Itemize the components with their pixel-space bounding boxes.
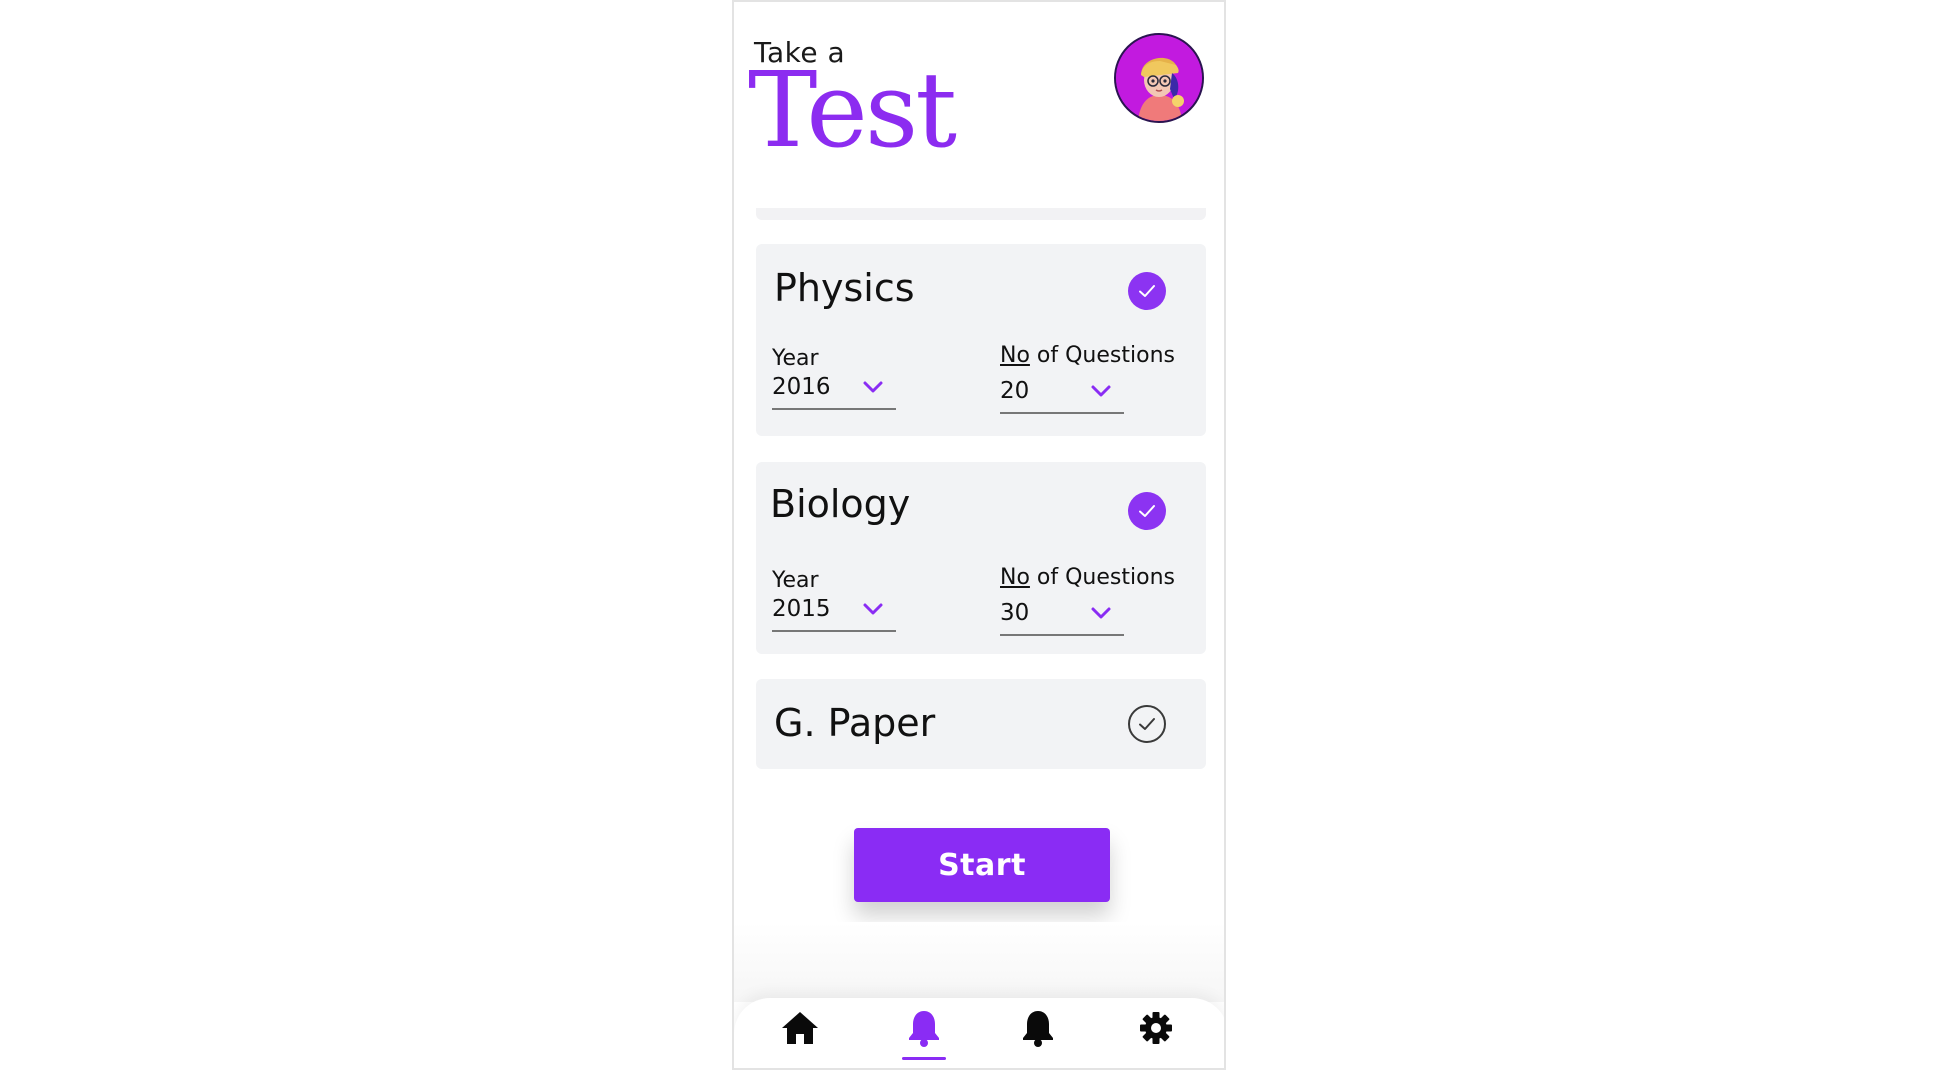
year-label: Year: [772, 568, 819, 593]
questions-value: 30: [1000, 600, 1030, 626]
questions-value: 20: [1000, 378, 1030, 404]
subject-checkbox-physics[interactable]: [1128, 272, 1166, 310]
gear-icon: [1140, 1012, 1172, 1044]
phone-frame: Take a Test Physics Year 2016 No of Ques…: [732, 0, 1226, 1070]
year-label: Year: [772, 346, 819, 371]
chevron-down-icon: [1091, 607, 1111, 619]
subject-card-biology: Biology Year 2015 No of Questions 30: [756, 462, 1206, 654]
avatar-illustration-icon: [1116, 35, 1202, 121]
bottom-fade: [734, 922, 1224, 1002]
questions-label-abbr: No: [1000, 343, 1030, 368]
questions-label-rest: of Questions: [1029, 565, 1175, 590]
subject-card-physics: Physics Year 2016 No of Questions 20: [756, 244, 1206, 436]
check-icon: [1139, 505, 1155, 517]
nav-home[interactable]: [770, 1008, 830, 1064]
chevron-down-icon: [863, 603, 883, 615]
questions-label-abbr: No: [1000, 565, 1030, 590]
nav-notifications-active[interactable]: [894, 1008, 954, 1064]
scrolled-card-edge: [756, 208, 1206, 220]
questions-label-rest: of Questions: [1029, 343, 1175, 368]
questions-select[interactable]: 20: [1000, 378, 1124, 414]
start-button[interactable]: Start: [854, 828, 1110, 902]
subject-name: Physics: [774, 266, 915, 310]
year-select[interactable]: 2015: [772, 596, 896, 632]
chevron-down-icon: [1091, 385, 1111, 397]
questions-label: No of Questions: [1000, 343, 1175, 368]
subject-name: G. Paper: [774, 701, 936, 745]
bottom-nav: [734, 998, 1224, 1068]
avatar[interactable]: [1114, 33, 1204, 123]
year-select[interactable]: 2016: [772, 374, 896, 410]
bell-icon: [1023, 1011, 1053, 1047]
bell-icon: [909, 1011, 939, 1047]
questions-select[interactable]: 30: [1000, 600, 1124, 636]
year-value: 2015: [772, 596, 831, 622]
year-value: 2016: [772, 374, 831, 400]
page-title: Test: [748, 49, 957, 171]
check-icon: [1139, 285, 1155, 297]
chevron-down-icon: [863, 381, 883, 393]
subject-name: Biology: [770, 482, 911, 526]
subject-checkbox-biology[interactable]: [1128, 492, 1166, 530]
home-icon: [782, 1012, 818, 1044]
nav-alerts[interactable]: [1008, 1008, 1068, 1064]
nav-settings[interactable]: [1126, 1008, 1186, 1064]
subject-card-g-paper: G. Paper: [756, 679, 1206, 769]
questions-label: No of Questions: [1000, 565, 1175, 590]
subject-checkbox-g-paper[interactable]: [1128, 705, 1166, 743]
nav-active-indicator: [902, 1057, 946, 1060]
check-icon: [1139, 718, 1155, 730]
